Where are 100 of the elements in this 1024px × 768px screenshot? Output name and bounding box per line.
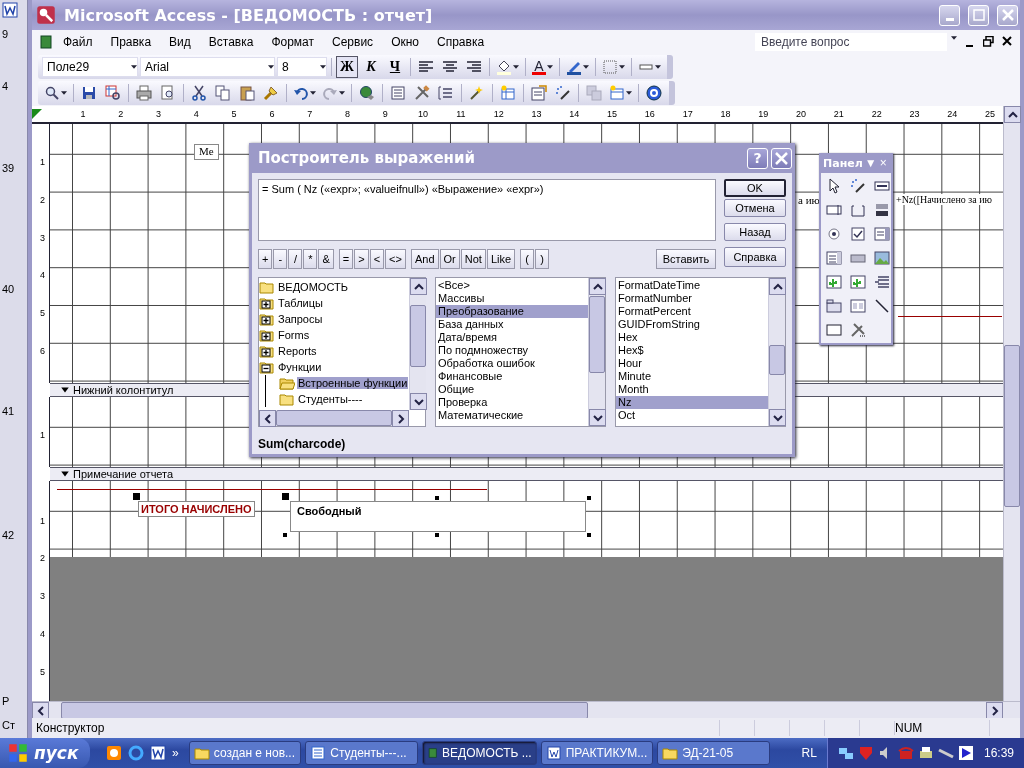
control-select[interactable]: Поле29: [42, 57, 138, 77]
vertical-scrollbar[interactable]: [1003, 106, 1020, 701]
selection-handle[interactable]: [435, 495, 439, 500]
horizontal-scrollbar[interactable]: [32, 701, 1003, 718]
dropdown-arrow-icon[interactable]: [61, 91, 67, 95]
list-item[interactable]: Дата/время: [436, 331, 588, 344]
report-label[interactable]: ИТОГО НАЧИСЛЕНО: [138, 500, 255, 517]
list-item[interactable]: По подмножеству: [436, 344, 588, 357]
network-icon[interactable]: [837, 745, 854, 761]
scroll-up-button[interactable]: [589, 278, 606, 295]
italic-button[interactable]: К: [360, 56, 382, 78]
bold-button[interactable]: Ж: [336, 56, 358, 78]
underline-button[interactable]: Ч: [384, 56, 406, 78]
scroll-thumb[interactable]: [410, 305, 426, 367]
selection-handle[interactable]: [435, 532, 439, 537]
scroll-up-button[interactable]: [769, 278, 786, 295]
dropdown-arrow-icon[interactable]: [513, 65, 519, 69]
line-control[interactable]: [57, 488, 487, 490]
operator-button[interactable]: >: [354, 249, 369, 269]
scroll-up-button[interactable]: [1004, 106, 1021, 123]
list-item[interactable]: Oct: [616, 409, 768, 422]
taskbar-button[interactable]: ЭД-21-05: [657, 741, 770, 765]
dropdown-arrow-icon[interactable]: [583, 65, 589, 69]
expand-icon[interactable]: [259, 311, 275, 327]
menu-item[interactable]: Вид: [160, 35, 200, 49]
document-icon[interactable]: [2, 2, 18, 18]
dropdown-arrow-icon[interactable]: [619, 65, 625, 69]
document-icon[interactable]: [150, 745, 167, 761]
scroll-thumb[interactable]: [276, 410, 392, 426]
operator-button[interactable]: And: [410, 249, 439, 269]
restore-icon[interactable]: [983, 36, 994, 47]
text-box-control[interactable]: Свободный: [290, 500, 586, 532]
play-icon[interactable]: [957, 745, 974, 761]
list-item[interactable]: Hex$: [616, 344, 768, 357]
operator-button[interactable]: &: [318, 249, 334, 269]
list-item[interactable]: <Все>: [436, 279, 588, 292]
list-item[interactable]: Hour: [616, 357, 768, 370]
dropdown-arrow-icon[interactable]: [547, 65, 553, 69]
scroll-up-button[interactable]: [410, 278, 427, 295]
list-item[interactable]: Nz: [616, 396, 768, 409]
list-item[interactable]: FormatDateTime: [616, 279, 768, 292]
dropdown-arrow-icon[interactable]: [339, 91, 345, 95]
operator-button[interactable]: =: [338, 249, 354, 269]
selection-handle[interactable]: [133, 492, 140, 500]
selection-handle[interactable]: [282, 492, 289, 500]
operator-button[interactable]: ): [535, 249, 550, 269]
cancel-button[interactable]: Отмена: [724, 199, 786, 218]
help-button[interactable]: [643, 82, 665, 104]
selection-handle[interactable]: [283, 532, 287, 537]
tree-item[interactable]: Запросы: [277, 313, 324, 325]
dropdown-arrow-icon[interactable]: [310, 91, 316, 95]
operator-button[interactable]: Or: [439, 249, 460, 269]
scroll-thumb[interactable]: [589, 296, 605, 373]
taskbar-button[interactable]: ПРАКТИКУМ...: [540, 741, 654, 765]
tree-item[interactable]: Таблицы: [277, 297, 324, 309]
taskbar-button[interactable]: Студенты---...: [305, 741, 418, 765]
selection-handle[interactable]: [587, 532, 591, 537]
report-label[interactable]: Ме: [194, 144, 219, 160]
printer-icon[interactable]: [917, 745, 934, 761]
scroll-left-button[interactable]: [259, 410, 276, 427]
list-item[interactable]: GUIDFromString: [616, 318, 768, 331]
dropdown-arrow-icon[interactable]: [951, 36, 957, 40]
list-item[interactable]: База данных: [436, 318, 588, 331]
font-select[interactable]: Arial: [140, 57, 275, 77]
list-item[interactable]: Математические: [436, 409, 588, 422]
close-icon[interactable]: [1002, 36, 1012, 46]
list-item[interactable]: Minute: [616, 370, 768, 383]
more-button[interactable]: »: [172, 746, 179, 760]
taskbar-button[interactable]: ВЕДОМОСТЬ ...: [421, 741, 537, 765]
scroll-thumb[interactable]: [1004, 345, 1020, 507]
operator-button[interactable]: +: [258, 249, 273, 269]
start-button[interactable]: пуск: [0, 738, 91, 768]
operator-button[interactable]: (: [520, 249, 535, 269]
operator-button[interactable]: <: [369, 249, 385, 269]
tree-item[interactable]: Reports: [277, 345, 318, 357]
expand-icon[interactable]: [259, 295, 275, 311]
operator-button[interactable]: Not: [460, 249, 486, 269]
list-item[interactable]: Финансовые: [436, 370, 588, 383]
scroll-thumb[interactable]: [769, 345, 785, 375]
menu-item[interactable]: Формат: [262, 35, 324, 49]
taskbar-button[interactable]: создан е нов...: [188, 741, 302, 765]
field-list-button[interactable]: [528, 82, 550, 104]
menu-item[interactable]: Сервис: [323, 35, 383, 49]
font-size-select[interactable]: 8: [277, 57, 327, 77]
font-color-button[interactable]: A: [530, 56, 555, 78]
corner-marker-icon[interactable]: [32, 109, 42, 119]
ok-button[interactable]: OK: [724, 179, 786, 198]
list-item[interactable]: Преобразование: [436, 305, 588, 318]
caret-icon[interactable]: [320, 65, 326, 69]
list-item[interactable]: Month: [616, 383, 768, 396]
menu-item[interactable]: Окно: [382, 35, 428, 49]
tree-item[interactable]: Функции: [277, 361, 323, 373]
dropdown-arrow-icon[interactable]: [626, 91, 632, 95]
scroll-down-button[interactable]: [410, 393, 427, 410]
expand-icon[interactable]: [259, 343, 275, 359]
list-item[interactable]: Массивы: [436, 292, 588, 305]
collapse-icon[interactable]: [259, 359, 275, 375]
expression-field[interactable]: = Sum ( Nz («expr»; «valueifnull») «Выражение» «expr»): [258, 179, 716, 241]
insert-button[interactable]: Вставить: [656, 249, 716, 269]
list-item[interactable]: Обработка ошибок: [436, 357, 588, 370]
